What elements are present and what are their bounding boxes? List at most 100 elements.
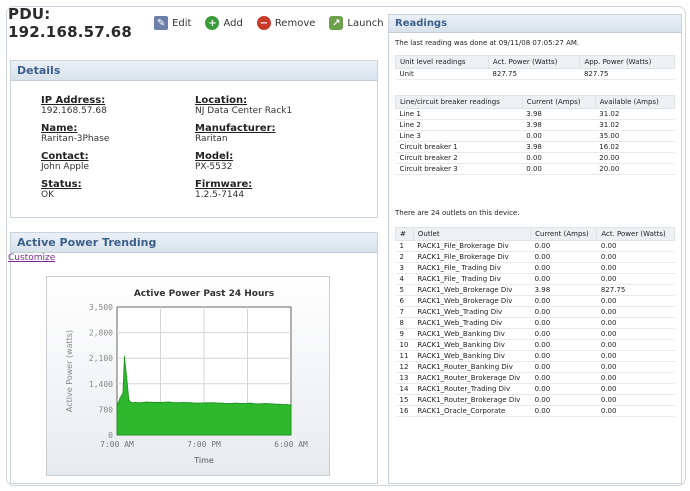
unit-header-0: Unit level readings bbox=[395, 55, 489, 69]
data-point bbox=[138, 402, 140, 404]
line-row: Circuit breaker 3 0.00 20.00 bbox=[395, 163, 675, 175]
data-point bbox=[128, 399, 130, 401]
outlet-cell: 7 bbox=[395, 306, 414, 318]
y-tick-label: 3,500 bbox=[89, 303, 113, 312]
y-axis-label: Active Power (watts) bbox=[65, 330, 74, 412]
outlet-cell: RACK1_Web_Banking Div bbox=[413, 328, 531, 340]
unit-header-2: App. Power (Watts) bbox=[579, 55, 675, 69]
line-header-0: Line/circuit breaker readings bbox=[395, 95, 523, 109]
outlet-header-2: Current (Amps) bbox=[530, 227, 598, 241]
outlet-cell: 6 bbox=[395, 295, 414, 307]
remove-button[interactable]: − Remove bbox=[256, 16, 316, 30]
status-label: Status: bbox=[41, 179, 82, 190]
data-point bbox=[279, 403, 281, 405]
data-point bbox=[227, 402, 229, 405]
outlet-cell: 2 bbox=[395, 251, 414, 263]
line-cell: 3.98 bbox=[522, 108, 596, 120]
add-label: Add bbox=[223, 17, 243, 29]
unit-cell: Unit bbox=[395, 68, 489, 80]
x-axis-label: Time bbox=[193, 456, 214, 465]
outlet-cell: 0.00 bbox=[596, 317, 675, 329]
page-title: PDU: 192.168.57.68 bbox=[8, 5, 133, 41]
manufacturer-field: Manufacturer: Raritan bbox=[195, 123, 345, 145]
outlet-cell: 15 bbox=[395, 394, 414, 406]
outlet-cell: 5 bbox=[395, 284, 414, 296]
outlet-cell: RACK1_Router_Brokerage Div bbox=[413, 372, 531, 384]
outlet-cell: 12 bbox=[395, 361, 414, 373]
data-point bbox=[264, 402, 266, 405]
data-point bbox=[257, 403, 259, 405]
outlet-cell: 0.00 bbox=[530, 372, 597, 384]
contact-field: Contact: John Apple bbox=[41, 151, 195, 173]
outlet-cell: RACK1_File_ Trading Div bbox=[413, 273, 531, 285]
status-value: OK bbox=[41, 190, 54, 200]
trending-title: Active Power Trending bbox=[11, 233, 377, 253]
outlet-row: 13 RACK1_Router_Brokerage Div 0.00 0.00 bbox=[395, 372, 675, 384]
line-cell: Line 2 bbox=[395, 119, 523, 131]
manufacturer-label: Manufacturer: bbox=[195, 123, 276, 134]
outlet-header-3: Act. Power (Watts) bbox=[596, 227, 675, 241]
unit-cell: 827.75 bbox=[488, 68, 580, 80]
add-icon: + bbox=[205, 16, 220, 30]
outlet-cell: 0.00 bbox=[530, 328, 597, 340]
outlet-row: 4 RACK1_File_ Trading Div 0.00 0.00 bbox=[395, 273, 675, 285]
line-readings-table: Line/circuit breaker readings Current (Am… bbox=[395, 95, 676, 175]
line-cell: Circuit breaker 1 bbox=[395, 141, 523, 153]
line-cell: 0.00 bbox=[522, 130, 596, 142]
location-label: Location: bbox=[195, 95, 248, 106]
remove-label: Remove bbox=[274, 17, 316, 29]
line-cell: 20.00 bbox=[595, 163, 675, 175]
data-point bbox=[146, 401, 148, 403]
ip-address-value: 192.168.57.68 bbox=[41, 106, 107, 116]
outlet-cell: 0.00 bbox=[596, 295, 675, 307]
data-point bbox=[190, 402, 192, 404]
data-point bbox=[242, 402, 244, 405]
outlet-row: 16 RACK1_Oracle_Corporate 0.00 0.00 bbox=[395, 405, 675, 417]
data-point bbox=[168, 401, 170, 403]
outlet-cell: 0.00 bbox=[596, 383, 675, 395]
firmware-field: Firmware: 1.2.5-7144 bbox=[195, 179, 345, 201]
line-cell: 16.02 bbox=[595, 141, 675, 153]
outlet-row: 14 RACK1_Router_Trading Div 0.00 0.00 bbox=[395, 383, 675, 395]
unit-row: Unit 827.75 827.75 bbox=[395, 68, 675, 80]
outlet-cell: 0.00 bbox=[530, 273, 597, 285]
x-tick-label: 7:00 PM bbox=[187, 440, 221, 449]
manufacturer-value: Raritan bbox=[195, 134, 228, 144]
customize-link[interactable]: Customize bbox=[8, 253, 55, 263]
data-point bbox=[197, 402, 200, 404]
status-field: Status: OK bbox=[41, 179, 195, 201]
add-button[interactable]: + Add bbox=[205, 16, 243, 30]
outlet-cell: 0.00 bbox=[596, 251, 675, 263]
line-cell: Circuit breaker 3 bbox=[395, 163, 523, 175]
data-point bbox=[160, 401, 163, 404]
outlet-row: 3 RACK1_File_ Trading Div 0.00 0.00 bbox=[395, 262, 675, 274]
outlet-row: 5 RACK1_Web_Brokerage Div 3.98 827.75 bbox=[395, 284, 675, 296]
launch-button[interactable]: ↗ Launch bbox=[329, 16, 384, 30]
outlet-cell: 0.00 bbox=[596, 262, 675, 274]
outlet-cell: RACK1_Router_Banking Div bbox=[413, 361, 531, 373]
outlet-cell: 0.00 bbox=[530, 339, 597, 351]
data-point bbox=[249, 402, 251, 404]
outlet-cell: 827.75 bbox=[596, 284, 675, 296]
outlet-cell: 0.00 bbox=[596, 361, 675, 373]
line-cell: 3.98 bbox=[522, 141, 596, 153]
line-cell: 0.00 bbox=[522, 163, 596, 175]
last-reading-text: The last reading was done at 09/11/08 07… bbox=[395, 39, 580, 47]
contact-value: John Apple bbox=[41, 162, 90, 172]
name-value: Raritan-3Phase bbox=[41, 134, 110, 144]
edit-button[interactable]: ✎ Edit bbox=[154, 16, 191, 30]
launch-icon: ↗ bbox=[329, 16, 344, 30]
outlet-cell: 0.00 bbox=[530, 306, 597, 318]
data-point bbox=[123, 355, 126, 357]
outlet-cell: 1 bbox=[395, 240, 414, 252]
outlet-cell: 16 bbox=[395, 405, 414, 417]
data-point bbox=[175, 402, 177, 404]
outlet-cell: 13 bbox=[395, 372, 414, 384]
line-cell: 3.98 bbox=[522, 119, 596, 131]
outlet-row: 2 RACK1_File_Brokerage Div 0.00 0.00 bbox=[395, 251, 675, 263]
data-point bbox=[220, 402, 222, 404]
outlet-row: 12 RACK1_Router_Banking Div 0.00 0.00 bbox=[395, 361, 675, 373]
firmware-value: 1.2.5-7144 bbox=[195, 190, 245, 200]
data-point bbox=[131, 402, 133, 404]
outlet-row: 1 RACK1_File_Brokerage Div 0.00 0.00 bbox=[395, 240, 675, 252]
